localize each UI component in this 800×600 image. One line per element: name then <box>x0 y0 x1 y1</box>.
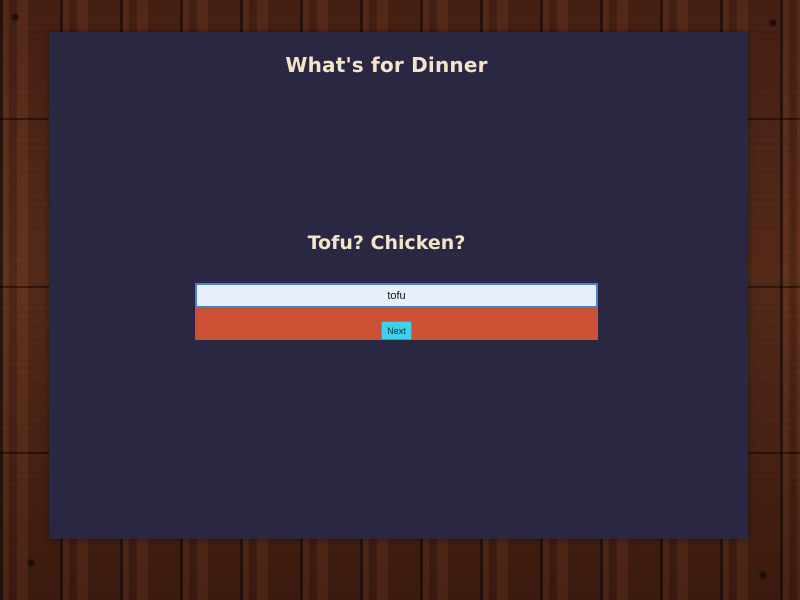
nail-icon <box>12 14 18 20</box>
next-button[interactable]: Next <box>381 321 412 340</box>
nail-icon <box>770 20 776 26</box>
ingredient-form: Next <box>195 283 598 340</box>
nail-icon <box>28 560 34 566</box>
main-panel: What's for Dinner Tofu? Chicken? Next <box>49 32 748 539</box>
nail-icon <box>760 572 766 578</box>
question-heading: Tofu? Chicken? <box>307 232 466 254</box>
app-title: What's for Dinner <box>285 53 488 77</box>
ingredient-input[interactable] <box>195 283 598 308</box>
